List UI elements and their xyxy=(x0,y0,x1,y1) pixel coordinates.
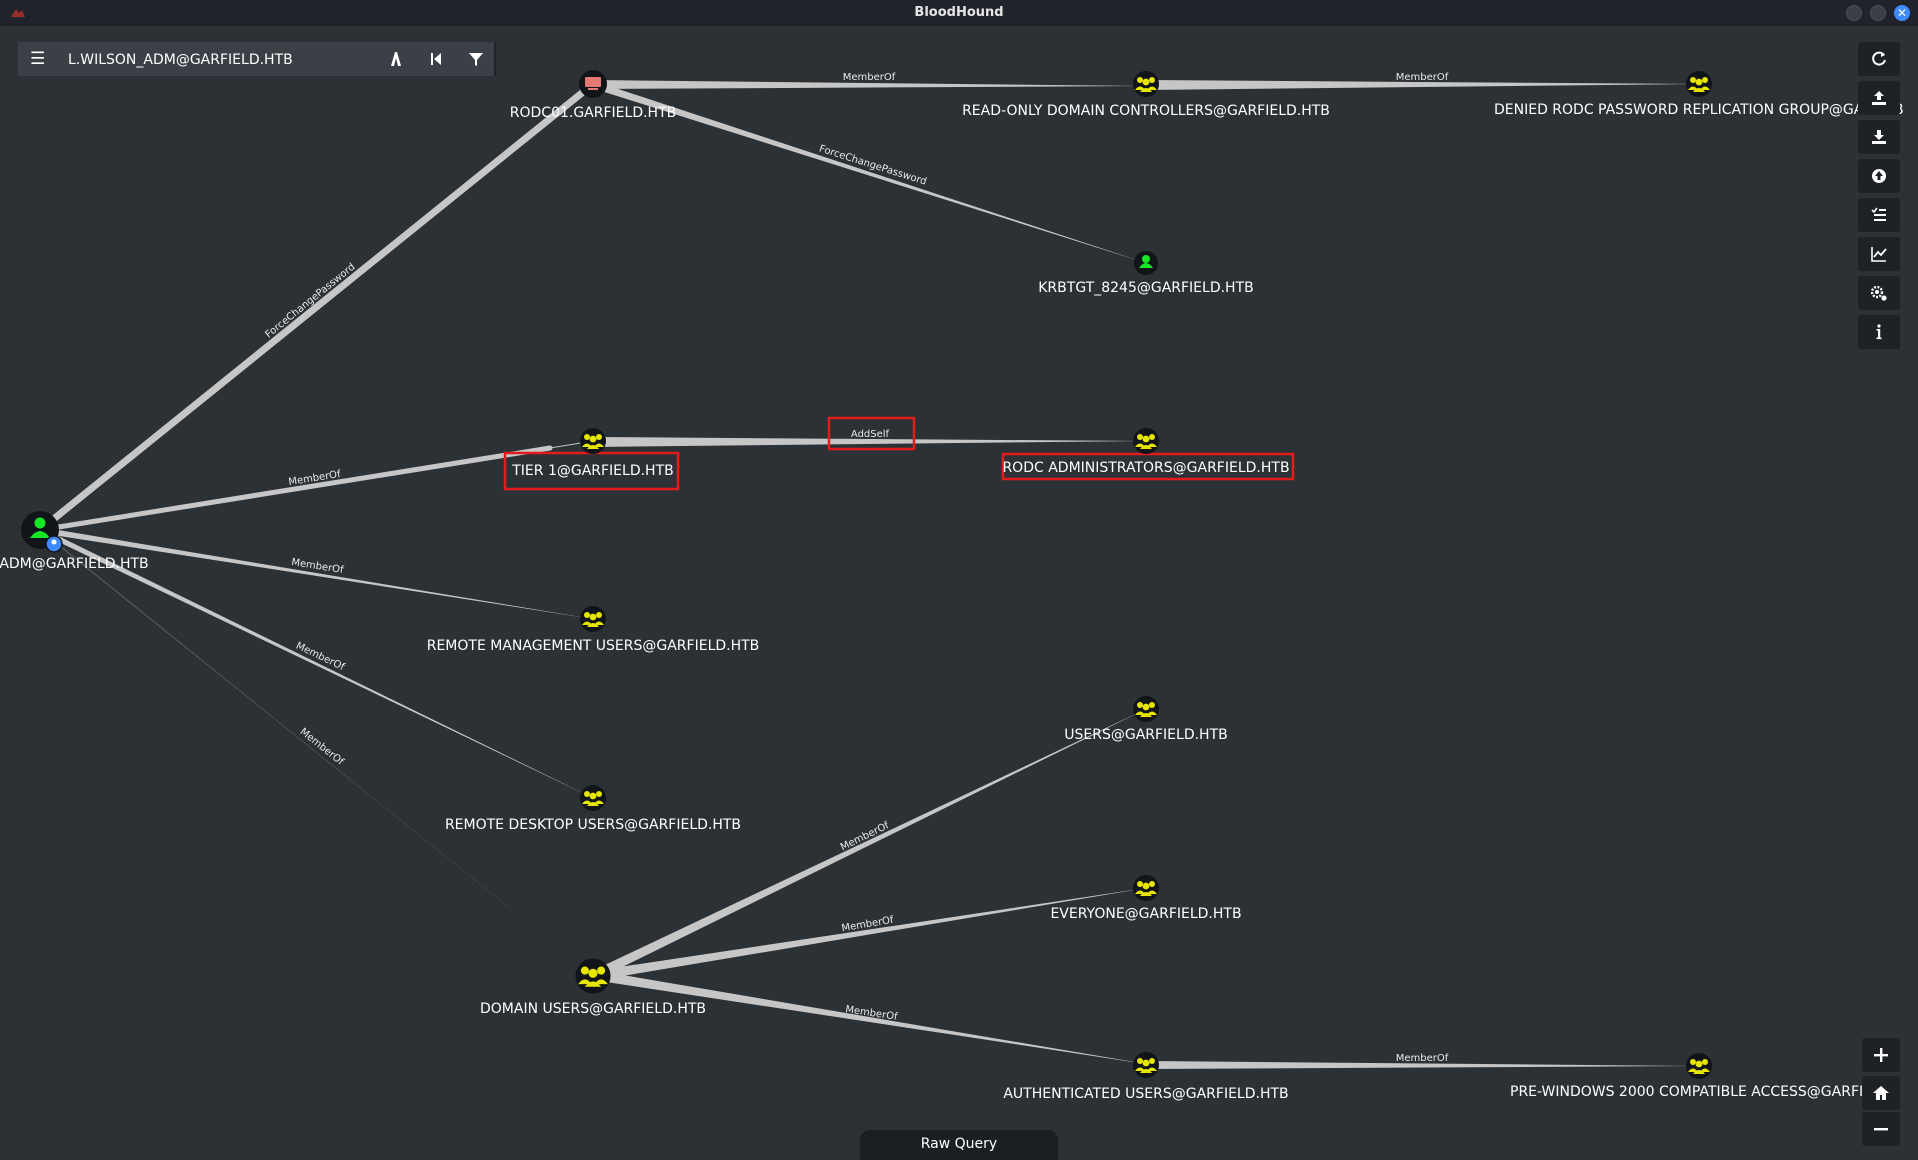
group-icon xyxy=(580,428,606,454)
node-denied-rodc[interactable]: DENIED RODC PASSWORD REPLICATION GROUP@G… xyxy=(1494,71,1904,118)
export-button[interactable] xyxy=(1858,81,1900,115)
edge-label-memberof-readonly-dc: MemberOf xyxy=(843,72,896,83)
edge-domain-users-users[interactable] xyxy=(590,709,1146,980)
bloodhound-app-icon xyxy=(11,9,25,17)
node-remote-mgmt[interactable]: REMOTE MANAGEMENT USERS@GARFIELD.HTB xyxy=(427,606,760,654)
node-remote-desktop[interactable]: REMOTE DESKTOP USERS@GARFIELD.HTB xyxy=(445,785,741,833)
edge-lwilson-rodc01[interactable] xyxy=(36,80,597,534)
maximize-button[interactable] xyxy=(1870,5,1886,21)
task-list-icon xyxy=(1871,207,1886,221)
node-label-remote-desktop: REMOTE DESKTOP USERS@GARFIELD.HTB xyxy=(445,817,741,833)
edge-lwilson-domain-users[interactable] xyxy=(36,527,593,975)
pathfinding-icon[interactable] xyxy=(386,49,406,69)
edge-lwilson-tier1[interactable] xyxy=(37,445,553,533)
edge-lwilson-remote-mgmt[interactable] xyxy=(40,527,593,619)
zoom-out-button[interactable] xyxy=(1862,1112,1900,1146)
filter-icon[interactable] xyxy=(466,49,486,69)
node-label-authenticated-users: AUTHENTICATED USERS@GARFIELD.HTB xyxy=(1003,1086,1288,1102)
stats-button[interactable] xyxy=(1858,237,1900,271)
group-icon xyxy=(1133,1052,1159,1078)
node-label-tier1: TIER 1@GARFIELD.HTB xyxy=(511,463,674,479)
line-chart-icon xyxy=(1871,247,1887,262)
gears-icon xyxy=(1870,285,1887,301)
queries-button[interactable] xyxy=(1858,198,1900,232)
node-pre-windows[interactable]: PRE-WINDOWS 2000 COMPATIBLE ACCESS@GARFI… xyxy=(1510,1053,1895,1100)
edge-label-force-change-password-2: ForceChangePassword xyxy=(818,144,928,188)
group-icon xyxy=(1686,1053,1712,1079)
upload-circle-icon xyxy=(1872,169,1886,183)
group-icon xyxy=(575,958,611,994)
edge-label-add-self: AddSelf xyxy=(851,429,890,440)
edge-label-force-change-password-1: ForceChangePassword xyxy=(263,262,357,341)
close-button[interactable]: ✕ xyxy=(1894,5,1910,21)
info-icon xyxy=(1876,324,1882,340)
node-label-l-wilson: ADM@GARFIELD.HTB xyxy=(0,556,149,572)
download-icon xyxy=(1872,130,1886,144)
minimize-button[interactable] xyxy=(1846,5,1862,21)
node-search-input[interactable] xyxy=(66,46,390,74)
edge-label-memberof-denied-rodc: MemberOf xyxy=(1396,72,1449,83)
window-title: BloodHound xyxy=(914,5,1004,20)
edge-label-memberof-prewindows: MemberOf xyxy=(1396,1053,1449,1064)
node-label-rodc01: RODC01.GARFIELD.HTB xyxy=(510,105,676,121)
group-icon xyxy=(1133,428,1159,454)
refresh-icon xyxy=(1872,51,1886,66)
settings-button[interactable] xyxy=(1858,276,1900,310)
about-button[interactable] xyxy=(1858,315,1900,349)
node-label-rodc-admins: RODC ADMINISTRATORS@GARFIELD.HTB xyxy=(1002,460,1289,476)
group-icon xyxy=(1133,71,1159,97)
search-bar: ☰ xyxy=(18,42,496,76)
group-icon xyxy=(1133,875,1159,901)
group-icon xyxy=(1133,696,1159,722)
node-label-readonly-dc: READ-ONLY DOMAIN CONTROLLERS@GARFIELD.HT… xyxy=(962,103,1330,119)
raw-query-toggle[interactable]: Raw Query xyxy=(860,1130,1058,1160)
import-button[interactable] xyxy=(1858,120,1900,154)
node-label-domain-users: DOMAIN USERS@GARFIELD.HTB xyxy=(480,1001,706,1017)
upload-data-button[interactable] xyxy=(1858,159,1900,193)
node-authenticated-users[interactable]: AUTHENTICATED USERS@GARFIELD.HTB xyxy=(1003,1052,1289,1102)
node-label-krbtgt: KRBTGT_8245@GARFIELD.HTB xyxy=(1038,280,1254,296)
group-icon xyxy=(1686,71,1712,97)
home-icon xyxy=(1873,1086,1889,1100)
plus-icon xyxy=(1874,1048,1888,1062)
back-icon[interactable] xyxy=(426,49,446,69)
window-titlebar: BloodHound ✕ xyxy=(0,0,1918,26)
refresh-button[interactable] xyxy=(1858,42,1900,76)
group-icon xyxy=(580,785,606,811)
edge-label-memberof-domain-users: MemberOf xyxy=(298,726,346,768)
graph-nodes: ADM@GARFIELD.HTB RODC01.GARFIELD.HTB REA… xyxy=(0,70,1904,1102)
node-rodc-admins[interactable]: RODC ADMINISTRATORS@GARFIELD.HTB xyxy=(1002,428,1290,476)
node-readonly-dc[interactable]: READ-ONLY DOMAIN CONTROLLERS@GARFIELD.HT… xyxy=(962,71,1330,119)
node-users[interactable]: USERS@GARFIELD.HTB xyxy=(1064,696,1228,743)
node-label-remote-mgmt: REMOTE MANAGEMENT USERS@GARFIELD.HTB xyxy=(427,638,760,654)
node-label-pre-windows: PRE-WINDOWS 2000 COMPATIBLE ACCESS@GARFI… xyxy=(1510,1084,1895,1100)
edge-labels: ForceChangePassword ForceChangePassword … xyxy=(263,72,1448,1064)
reset-view-button[interactable] xyxy=(1862,1076,1900,1110)
hamburger-menu-icon[interactable]: ☰ xyxy=(30,49,48,69)
upload-icon xyxy=(1872,91,1886,105)
node-krbtgt[interactable]: KRBTGT_8245@GARFIELD.HTB xyxy=(1038,251,1254,296)
raw-query-label: Raw Query xyxy=(920,1136,998,1152)
node-label-denied-rodc: DENIED RODC PASSWORD REPLICATION GROUP@G… xyxy=(1494,102,1894,118)
node-rodc01[interactable]: RODC01.GARFIELD.HTB xyxy=(510,70,676,121)
zoom-in-button[interactable] xyxy=(1862,1038,1900,1072)
minus-icon xyxy=(1874,1128,1888,1131)
node-label-users: USERS@GARFIELD.HTB xyxy=(1064,727,1228,743)
graph-canvas[interactable]: ForceChangePassword ForceChangePassword … xyxy=(0,26,1918,1153)
close-icon: ✕ xyxy=(1896,6,1908,20)
node-label-everyone: EVERYONE@GARFIELD.HTB xyxy=(1050,906,1241,922)
group-icon xyxy=(580,606,606,632)
